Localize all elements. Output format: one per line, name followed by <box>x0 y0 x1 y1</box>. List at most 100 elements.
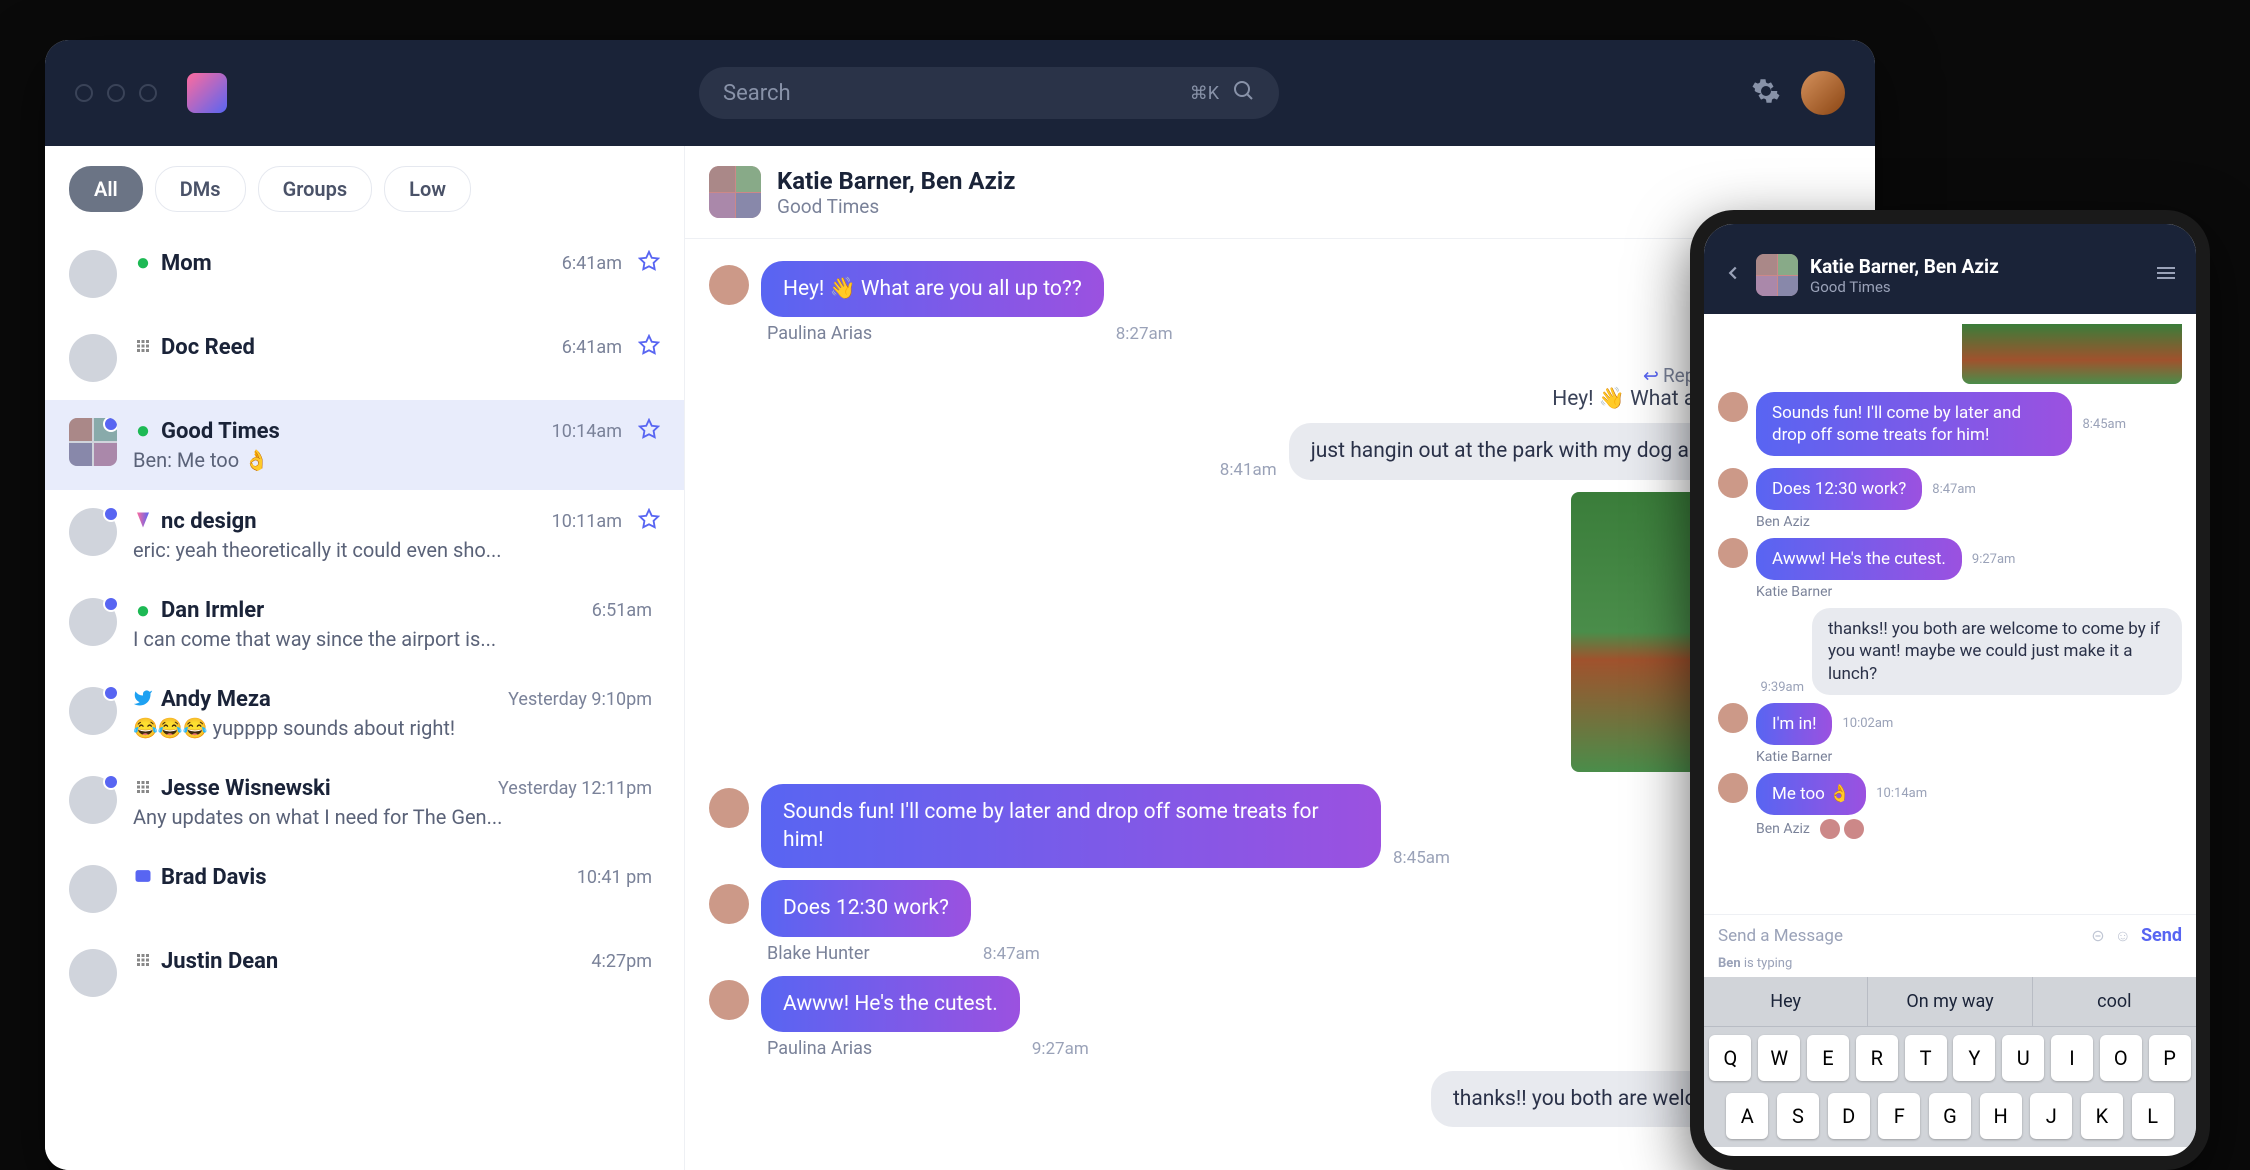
keyboard-key[interactable]: R <box>1856 1035 1898 1081</box>
message-bubble[interactable]: thanks!! you both are welcome to come by… <box>1812 608 2182 694</box>
star-icon[interactable] <box>638 418 660 444</box>
message-bubble[interactable]: Sounds fun! I'll come by later and drop … <box>1756 392 2072 456</box>
app-logo-icon[interactable] <box>187 73 227 113</box>
chat-avatar[interactable] <box>709 166 761 218</box>
keyboard-suggestion[interactable]: On my way <box>1868 977 2032 1026</box>
sender-avatar <box>1718 468 1748 498</box>
sender-avatar <box>709 265 749 305</box>
keyboard-key[interactable]: W <box>1758 1035 1800 1081</box>
keyboard-key[interactable]: E <box>1807 1035 1849 1081</box>
keyboard-key[interactable]: P <box>2149 1035 2191 1081</box>
message-row: 8:41am just hangin out at the park with … <box>709 423 1851 479</box>
conversation-list: ● Mom 6:41am Doc Reed 6:41am ● Good Time… <box>45 232 684 1170</box>
keyboard-key[interactable]: F <box>1878 1093 1920 1139</box>
reactions[interactable] <box>1820 819 1864 839</box>
conversation-item[interactable]: Doc Reed 6:41am <box>45 316 684 400</box>
mobile-message-row: Does 12:30 work? 8:47am Ben Aziz <box>1718 468 2182 530</box>
conversation-item[interactable]: Brad Davis 10:41 pm <box>45 847 684 931</box>
message-bubble[interactable]: Awww! He's the cutest. <box>1756 538 1962 580</box>
send-button[interactable]: Send <box>2141 925 2182 946</box>
filter-dms[interactable]: DMs <box>155 166 246 212</box>
conversation-name: Brad Davis <box>161 865 267 890</box>
maximize-window-icon[interactable] <box>139 84 157 102</box>
keyboard-key[interactable]: I <box>2051 1035 2093 1081</box>
sender-name: Paulina Arias <box>767 1038 1020 1059</box>
user-avatar[interactable] <box>1801 71 1845 115</box>
star-icon[interactable] <box>638 508 660 534</box>
keyboard-key[interactable]: Q <box>1709 1035 1751 1081</box>
keyboard-key[interactable]: D <box>1828 1093 1870 1139</box>
keyboard-key[interactable]: T <box>1905 1035 1947 1081</box>
message-bubble[interactable]: Me too 👌 <box>1756 773 1866 815</box>
conversation-preview: 😂😂😂 yupppp sounds about right! <box>133 716 660 740</box>
conversation-time: 6:51am <box>592 600 652 621</box>
star-icon[interactable] <box>638 250 660 276</box>
star-icon[interactable] <box>638 334 660 360</box>
sender-avatar <box>1718 538 1748 568</box>
search-input[interactable]: Search ⌘K <box>699 67 1279 119</box>
filter-groups[interactable]: Groups <box>258 166 373 212</box>
search-shortcut: ⌘K <box>1190 83 1219 104</box>
keyboard-suggestion[interactable]: cool <box>2033 977 2196 1026</box>
conversation-item[interactable]: nc design 10:11am eric: yeah theoretical… <box>45 490 684 580</box>
conversation-name: Good Times <box>161 419 280 444</box>
conversation-avatar <box>69 598 117 646</box>
message-bubble[interactable]: Does 12:30 work? <box>761 880 971 936</box>
keyboard-key[interactable]: U <box>2002 1035 2044 1081</box>
conversation-item[interactable]: ● Dan Irmler 6:51am I can come that way … <box>45 580 684 669</box>
reply-icon: ↩ <box>1643 364 1659 387</box>
minimize-window-icon[interactable] <box>107 84 125 102</box>
keyboard-suggestion[interactable]: Hey <box>1704 977 1868 1026</box>
keyboard-key[interactable]: A <box>1726 1093 1768 1139</box>
message-row: Awww! He's the cutest. Paulina Arias 9:2… <box>709 976 1851 1059</box>
menu-button[interactable] <box>2154 261 2178 289</box>
network-icon <box>133 336 153 359</box>
network-icon <box>133 950 153 973</box>
settings-button[interactable] <box>1751 76 1781 110</box>
message-bubble[interactable]: I'm in! <box>1756 703 1832 745</box>
conversation-avatar <box>69 687 117 735</box>
message-bubble[interactable]: Does 12:30 work? <box>1756 468 1922 510</box>
keyboard-key[interactable]: K <box>2081 1093 2123 1139</box>
mobile-chat-avatar[interactable] <box>1756 254 1798 296</box>
reply-context-label: ↩Reply to Paulina Arias: <box>709 364 1851 387</box>
close-window-icon[interactable] <box>75 84 93 102</box>
back-button[interactable] <box>1722 262 1744 288</box>
mobile-message-row: Me too 👌 10:14am Ben Aziz <box>1718 773 2182 839</box>
message-time: 8:45am <box>1393 848 1450 868</box>
message-time: 10:14am <box>1876 786 1927 801</box>
conversation-preview: Ben: Me too 👌 <box>133 448 660 472</box>
conversation-avatar <box>69 334 117 382</box>
conversation-time: Yesterday 9:10pm <box>508 689 652 710</box>
keyboard-key[interactable]: O <box>2100 1035 2142 1081</box>
search-icon <box>1231 78 1255 108</box>
message-bubble[interactable]: Hey! 👋 What are you all up to?? <box>761 261 1104 317</box>
keyboard-key[interactable]: Y <box>1953 1035 1995 1081</box>
message-bubble[interactable]: Awww! He's the cutest. <box>761 976 1020 1032</box>
keyboard-key[interactable]: L <box>2132 1093 2174 1139</box>
network-icon: ● <box>133 252 153 274</box>
filter-all[interactable]: All <box>69 166 143 212</box>
conversation-item[interactable]: Andy Meza Yesterday 9:10pm 😂😂😂 yupppp so… <box>45 669 684 758</box>
conversation-name: Andy Meza <box>161 687 271 712</box>
conversation-item[interactable]: Jesse Wisnewski Yesterday 12:11pm Any up… <box>45 758 684 847</box>
keyboard-key[interactable]: S <box>1777 1093 1819 1139</box>
message-bubble[interactable]: Sounds fun! I'll come by later and drop … <box>761 784 1381 869</box>
conversation-item[interactable]: ● Good Times 10:14am Ben: Me too 👌 <box>45 400 684 490</box>
filter-low[interactable]: Low <box>384 166 471 212</box>
conversation-item[interactable]: Justin Dean 4:27pm <box>45 931 684 1015</box>
mobile-header: Katie Barner, Ben Aziz Good Times <box>1704 224 2196 314</box>
chat-header: Katie Barner, Ben Aziz Good Times <box>685 146 1875 239</box>
emoji-icon[interactable]: ☺ <box>2115 926 2131 946</box>
sender-name: Katie Barner <box>1756 749 1832 765</box>
message-time: 8:47am <box>983 944 1040 964</box>
keyboard-key[interactable]: J <box>2030 1093 2072 1139</box>
conversation-item[interactable]: ● Mom 6:41am <box>45 232 684 316</box>
attachment-icon[interactable]: ⊝ <box>2091 926 2104 945</box>
mobile-message-row: Sounds fun! I'll come by later and drop … <box>1718 392 2182 460</box>
image-attachment[interactable] <box>1962 324 2182 384</box>
mobile-device: Katie Barner, Ben Aziz Good Times Sounds… <box>1690 210 2210 1170</box>
keyboard-key[interactable]: G <box>1929 1093 1971 1139</box>
keyboard-key[interactable]: H <box>1980 1093 2022 1139</box>
message-input[interactable]: Send a Message <box>1718 926 2081 946</box>
